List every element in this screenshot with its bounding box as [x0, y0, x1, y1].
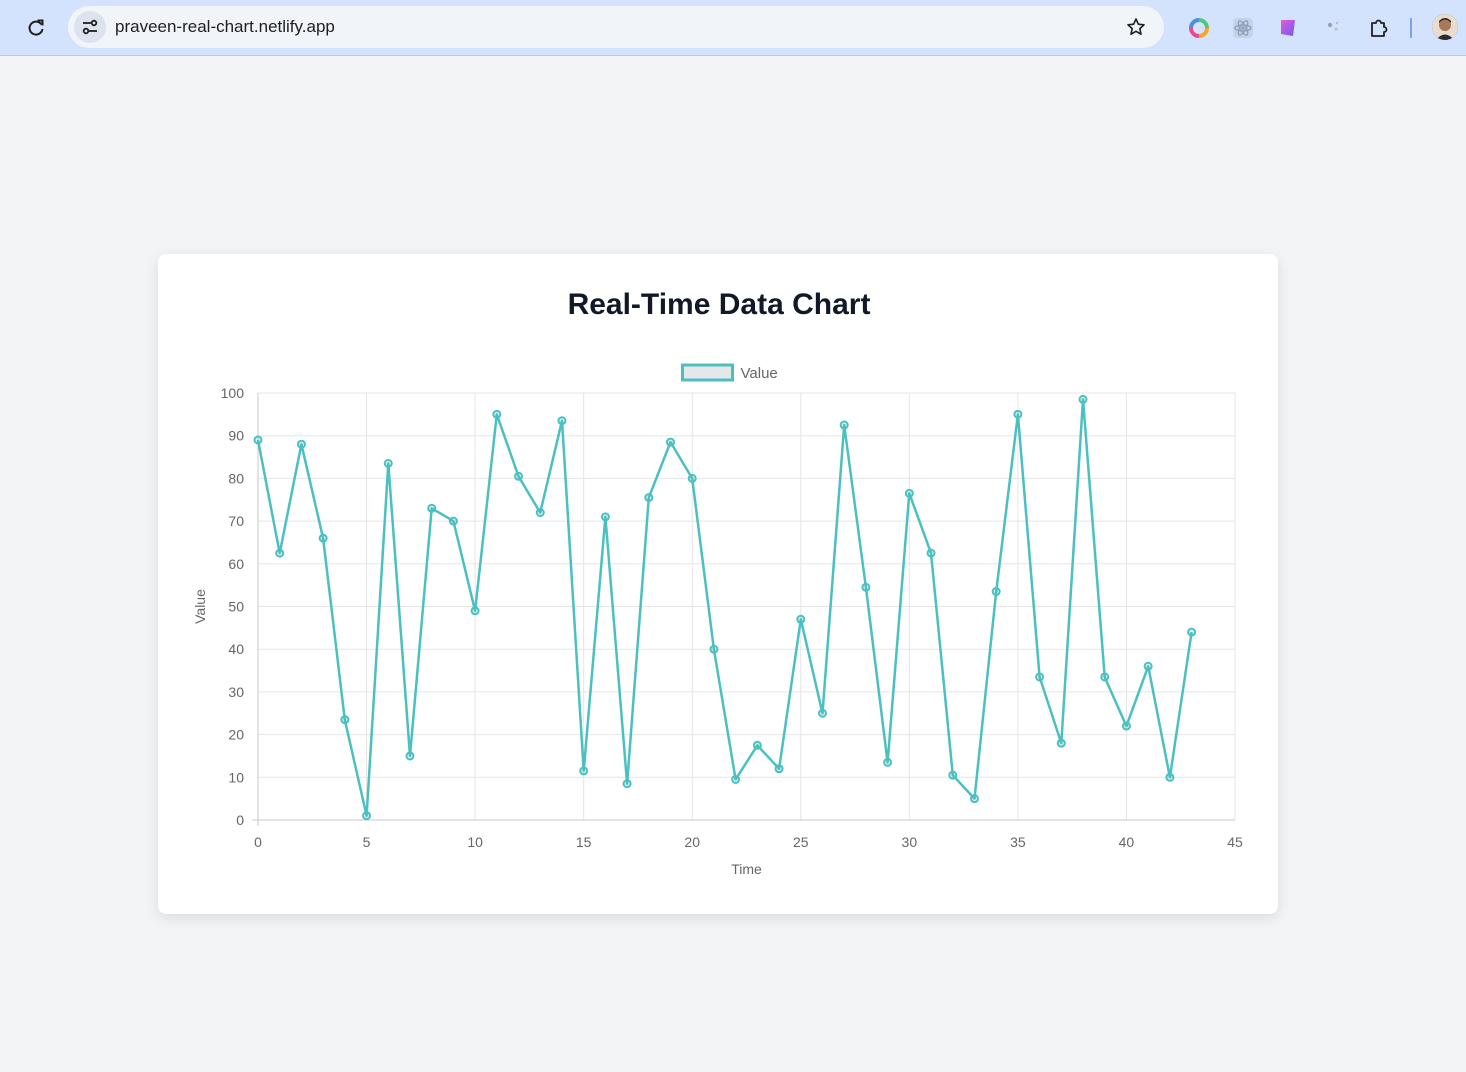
x-tick-label: 15 — [576, 834, 592, 850]
gradient-shape-icon — [1281, 20, 1295, 36]
data-point[interactable] — [492, 409, 502, 419]
data-point[interactable] — [600, 512, 610, 522]
data-point[interactable] — [427, 503, 437, 513]
extension-react-devtools[interactable] — [1229, 14, 1257, 42]
y-tick-label: 90 — [228, 428, 244, 444]
sparkle-icon — [1327, 21, 1339, 31]
data-point[interactable] — [470, 606, 480, 616]
data-point[interactable] — [948, 770, 958, 780]
data-point[interactable] — [448, 516, 458, 526]
data-point[interactable] — [687, 473, 697, 483]
data-point[interactable] — [709, 644, 719, 654]
data-point[interactable] — [383, 458, 393, 468]
x-axis-title: Time — [731, 861, 762, 877]
data-point[interactable] — [644, 493, 654, 503]
y-tick-label: 10 — [228, 769, 244, 785]
data-point[interactable] — [904, 488, 914, 498]
y-tick-label: 30 — [228, 684, 244, 700]
star-icon — [1127, 18, 1145, 35]
legend-label: Value — [741, 365, 778, 382]
data-point[interactable] — [535, 508, 545, 518]
data-point[interactable] — [1078, 394, 1088, 404]
react-devtools-icon — [1233, 18, 1253, 38]
extension-gradient[interactable] — [1274, 14, 1302, 42]
x-tick-label: 45 — [1227, 834, 1243, 850]
data-point[interactable] — [1056, 738, 1066, 748]
data-point[interactable] — [1187, 627, 1197, 637]
x-tick-label: 35 — [1010, 834, 1026, 850]
legend-item-value[interactable]: Value — [681, 363, 778, 382]
data-point[interactable] — [883, 757, 893, 767]
y-tick-label: 60 — [228, 556, 244, 572]
y-tick-label: 50 — [228, 599, 244, 615]
y-tick-label: 100 — [221, 385, 245, 401]
data-point[interactable] — [579, 766, 589, 776]
data-point[interactable] — [340, 715, 350, 725]
data-point[interactable] — [1143, 661, 1153, 671]
extension-color-wheel[interactable] — [1185, 14, 1213, 42]
data-point[interactable] — [969, 794, 979, 804]
x-tick-label: 30 — [902, 834, 918, 850]
data-point[interactable] — [405, 751, 415, 761]
legend-swatch — [681, 363, 734, 382]
data-point[interactable] — [1100, 672, 1110, 682]
y-tick-label: 0 — [236, 812, 244, 828]
puzzle-icon — [1371, 19, 1388, 37]
site-info-button[interactable] — [74, 11, 106, 43]
toolbar-divider — [1410, 18, 1412, 38]
x-tick-label: 20 — [684, 834, 700, 850]
data-point[interactable] — [731, 774, 741, 784]
data-point[interactable] — [1013, 409, 1023, 419]
profile-avatar[interactable] — [1432, 14, 1458, 40]
bookmark-button[interactable] — [1124, 15, 1148, 39]
y-tick-label: 80 — [228, 470, 244, 486]
data-point[interactable] — [1165, 772, 1175, 782]
avatar-icon — [1432, 14, 1458, 40]
data-point[interactable] — [774, 764, 784, 774]
data-point[interactable] — [796, 614, 806, 624]
x-tick-label: 0 — [254, 834, 262, 850]
data-point[interactable] — [1035, 672, 1045, 682]
reload-icon — [28, 19, 44, 36]
browser-toolbar: praveen-real-chart.netlify.app — [0, 0, 1466, 56]
x-tick-label: 40 — [1119, 834, 1135, 850]
data-point[interactable] — [557, 416, 567, 426]
data-point[interactable] — [622, 779, 632, 789]
extensions-menu-button[interactable] — [1365, 14, 1393, 42]
x-tick-label: 10 — [467, 834, 483, 850]
data-point[interactable] — [362, 811, 372, 821]
data-point[interactable] — [861, 582, 871, 592]
y-tick-label: 40 — [228, 641, 244, 657]
line-chart: 0 10 20 30 40 50 60 70 80 90 100 0 5 10 15 20 25 30 35 40 45… — [192, 363, 1243, 877]
data-point[interactable] — [839, 420, 849, 430]
data-point[interactable] — [253, 435, 263, 445]
data-point[interactable] — [1121, 721, 1131, 731]
extension-sparkle[interactable] — [1319, 14, 1347, 42]
y-tick-label: 70 — [228, 513, 244, 529]
url-text[interactable]: praveen-real-chart.netlify.app — [115, 17, 335, 37]
data-point[interactable] — [296, 439, 306, 449]
data-point[interactable] — [752, 740, 762, 750]
color-wheel-icon — [1189, 18, 1209, 38]
tune-icon — [82, 19, 98, 35]
data-point[interactable] — [991, 587, 1001, 597]
y-axis-title: Value — [192, 589, 208, 624]
x-tick-label: 25 — [793, 834, 809, 850]
data-point[interactable] — [926, 548, 936, 558]
series-line-value — [256, 398, 1193, 817]
data-point[interactable] — [817, 708, 827, 718]
data-point[interactable] — [318, 533, 328, 543]
x-tick-label: 5 — [363, 834, 371, 850]
reload-button[interactable] — [20, 12, 52, 44]
data-point[interactable] — [666, 437, 676, 447]
address-bar[interactable]: praveen-real-chart.netlify.app — [68, 6, 1164, 48]
data-point[interactable] — [514, 471, 524, 481]
y-tick-label: 20 — [228, 727, 244, 743]
data-point[interactable] — [275, 548, 285, 558]
